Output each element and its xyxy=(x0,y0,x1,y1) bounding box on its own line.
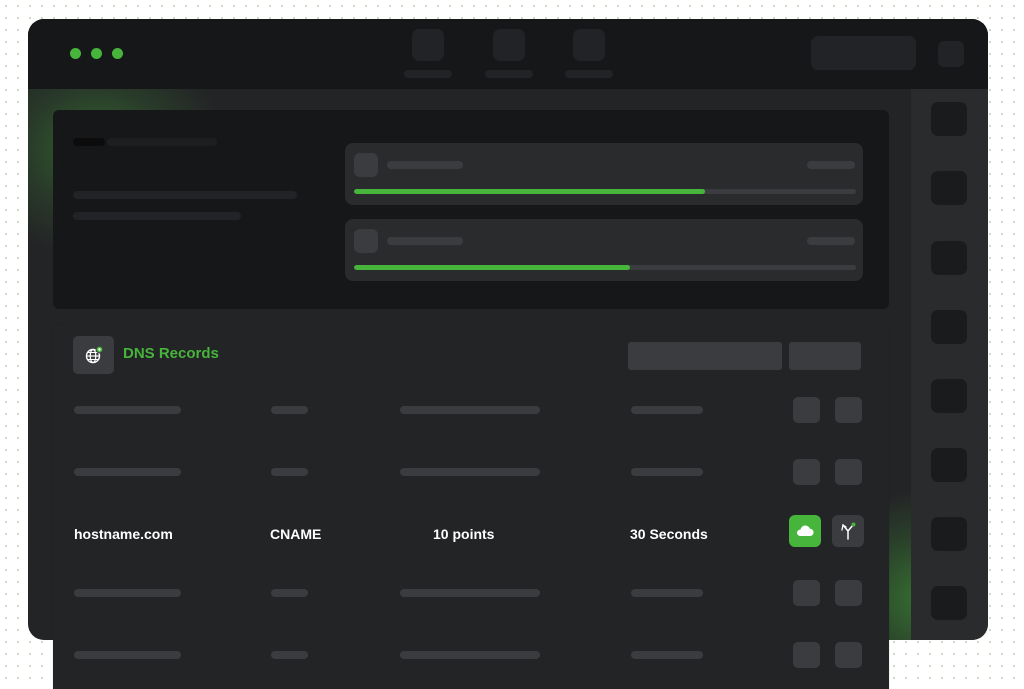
branch-button[interactable] xyxy=(832,515,864,547)
sidebar-item[interactable] xyxy=(931,102,967,136)
ttl-placeholder xyxy=(631,468,703,476)
globe-settings-icon xyxy=(73,336,114,374)
priority-placeholder xyxy=(400,468,540,476)
row-action-button[interactable] xyxy=(835,642,862,668)
sidebar-item[interactable] xyxy=(931,310,967,344)
avatar[interactable] xyxy=(938,41,964,67)
priority-placeholder xyxy=(400,651,540,659)
progress-card-title xyxy=(387,161,463,169)
dns-records-panel: DNS Records hostname.com CNAME 10 points… xyxy=(53,324,889,689)
ttl-cell: 30 Seconds xyxy=(630,526,708,542)
progress-card-value xyxy=(807,161,855,169)
hostname-placeholder xyxy=(74,589,181,597)
cloud-icon xyxy=(796,525,814,536)
sidebar-item[interactable] xyxy=(931,586,967,620)
progress-card xyxy=(345,143,863,205)
search-input[interactable] xyxy=(811,36,916,70)
sidebar-item[interactable] xyxy=(931,241,967,275)
sidebar-item[interactable] xyxy=(931,171,967,205)
priority-cell: 10 points xyxy=(433,526,495,542)
cloud-button[interactable] xyxy=(789,515,821,547)
add-record-button[interactable] xyxy=(789,342,861,370)
progress-track xyxy=(354,189,856,194)
table-row xyxy=(53,578,889,608)
progress-fill xyxy=(354,189,706,194)
hostname-placeholder xyxy=(74,651,181,659)
row-action-button[interactable] xyxy=(793,642,820,668)
row-action-button[interactable] xyxy=(835,397,862,423)
ttl-placeholder xyxy=(631,406,703,414)
row-action-button[interactable] xyxy=(835,580,862,606)
type-placeholder xyxy=(271,589,308,597)
progress-track xyxy=(354,265,856,270)
nav-tab-3-label xyxy=(565,70,613,78)
table-row xyxy=(53,395,889,425)
hostname-cell: hostname.com xyxy=(74,526,173,542)
progress-fill xyxy=(354,265,631,270)
type-placeholder xyxy=(271,468,308,476)
row-action-button[interactable] xyxy=(793,459,820,485)
title-bar xyxy=(28,19,988,89)
branch-icon xyxy=(841,522,856,540)
progress-card-value xyxy=(807,237,855,245)
nav-tab-2-label xyxy=(485,70,533,78)
type-placeholder xyxy=(271,651,308,659)
nav-tab-3-icon[interactable] xyxy=(573,29,605,61)
ttl-placeholder xyxy=(631,651,703,659)
progress-card-icon xyxy=(354,153,378,177)
right-sidebar xyxy=(911,89,988,640)
row-action-button[interactable] xyxy=(835,459,862,485)
priority-placeholder xyxy=(400,589,540,597)
overview-panel xyxy=(53,110,889,309)
row-action-button[interactable] xyxy=(793,580,820,606)
nav-tab-1-icon[interactable] xyxy=(412,29,444,61)
ttl-placeholder xyxy=(631,589,703,597)
progress-card-icon xyxy=(354,229,378,253)
progress-card-title xyxy=(387,237,463,245)
sidebar-item[interactable] xyxy=(931,379,967,413)
table-row xyxy=(53,640,889,670)
window-close-button[interactable] xyxy=(70,48,81,59)
type-cell: CNAME xyxy=(270,526,322,542)
hostname-placeholder xyxy=(74,406,181,414)
sidebar-item[interactable] xyxy=(931,517,967,551)
overview-title-placeholder xyxy=(107,138,217,146)
type-placeholder xyxy=(271,406,308,414)
priority-placeholder xyxy=(400,406,540,414)
progress-card xyxy=(345,219,863,281)
row-action-button[interactable] xyxy=(793,397,820,423)
page-title: DNS Records xyxy=(123,345,219,362)
nav-tab-1-label xyxy=(404,70,452,78)
overview-text-placeholder xyxy=(73,191,297,199)
table-row-active[interactable]: hostname.com CNAME 10 points 30 Seconds xyxy=(53,515,889,549)
overview-title-placeholder xyxy=(73,138,105,146)
window-minimize-button[interactable] xyxy=(91,48,102,59)
nav-tab-2-icon[interactable] xyxy=(493,29,525,61)
sidebar-item[interactable] xyxy=(931,448,967,482)
window-maximize-button[interactable] xyxy=(112,48,123,59)
overview-text-placeholder xyxy=(73,212,241,220)
table-row xyxy=(53,457,889,487)
records-search-input[interactable] xyxy=(628,342,782,370)
hostname-placeholder xyxy=(74,468,181,476)
